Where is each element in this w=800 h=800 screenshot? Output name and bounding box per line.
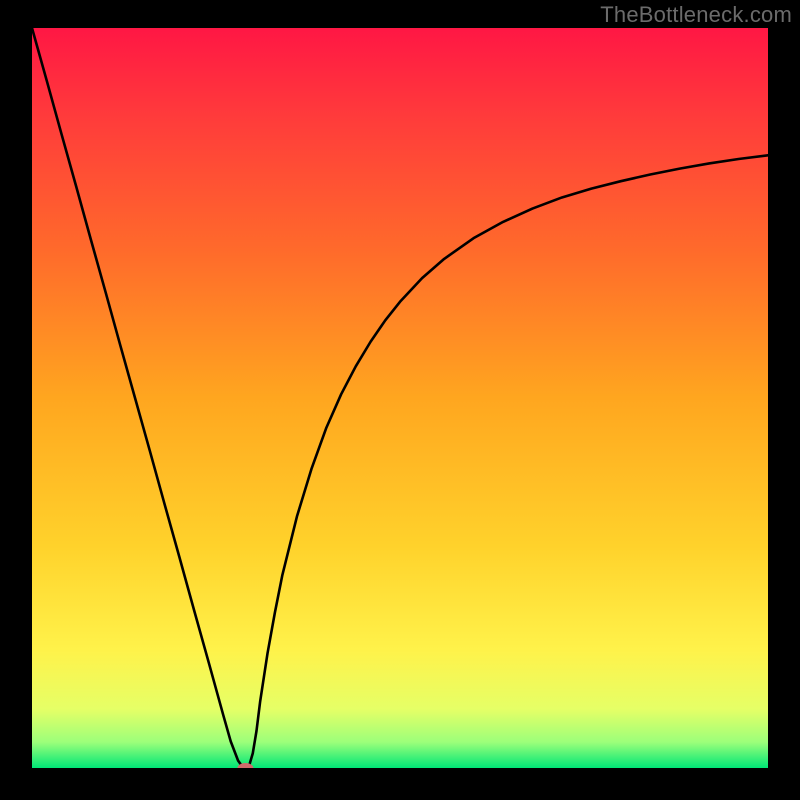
watermark-label: TheBottleneck.com bbox=[600, 2, 792, 28]
chart-root: TheBottleneck.com bbox=[0, 0, 800, 800]
plot-area bbox=[32, 28, 768, 768]
gradient-rect bbox=[32, 28, 768, 768]
chart-svg bbox=[32, 28, 768, 768]
